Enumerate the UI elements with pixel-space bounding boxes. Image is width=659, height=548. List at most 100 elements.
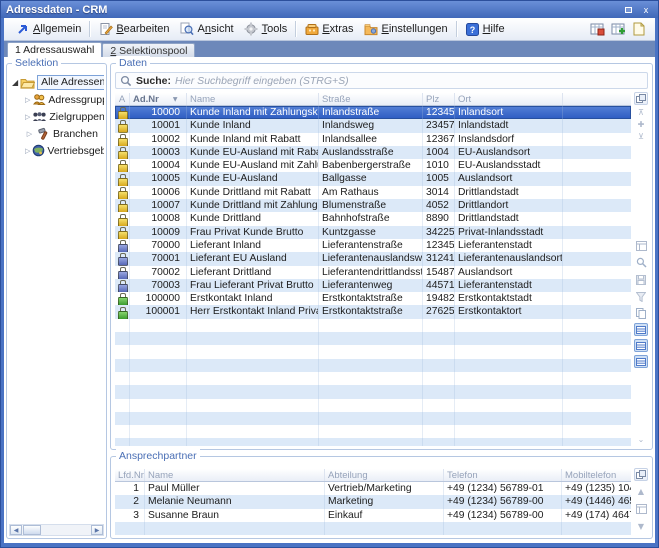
menu-allgemein[interactable]: Allgemein bbox=[10, 20, 86, 39]
address-row[interactable]: 70002Lieferant DrittlandLieferantendritt… bbox=[115, 266, 631, 279]
contact-row-empty[interactable] bbox=[115, 522, 631, 535]
cell-nr: 1 bbox=[115, 482, 145, 495]
cell-nr: 10006 bbox=[130, 186, 187, 199]
address-row-empty[interactable] bbox=[115, 399, 631, 412]
menu-bearbeiten[interactable]: Bearbeiten bbox=[93, 20, 174, 39]
menu-extras[interactable]: Extras bbox=[299, 20, 358, 39]
zoom-button[interactable] bbox=[634, 256, 648, 269]
go-bottom-button[interactable]: ⌄ bbox=[634, 433, 648, 446]
contact-down-button[interactable]: ▼ bbox=[634, 520, 648, 533]
address-row-empty[interactable] bbox=[115, 438, 631, 446]
tree-node-label[interactable]: Vertriebsgebiete bbox=[47, 145, 104, 157]
col-header-mobiltelefon[interactable]: Mobiltelefon bbox=[562, 469, 631, 481]
new-document-button[interactable] bbox=[631, 22, 647, 37]
col-header-ort[interactable]: Ort bbox=[455, 93, 563, 105]
col-header-plz[interactable]: Plz bbox=[423, 93, 455, 105]
scroll-left-icon[interactable]: ◀ bbox=[10, 525, 22, 535]
table-export-button[interactable] bbox=[589, 22, 605, 37]
cell-mobil: +49 (1446) 46576774 bbox=[562, 495, 631, 508]
address-row[interactable]: 70003Frau Lieferant Privat BruttoLiefera… bbox=[115, 279, 631, 292]
tree-node-label[interactable]: Alle Adressen bbox=[37, 75, 104, 90]
column-chooser-button[interactable] bbox=[634, 92, 648, 105]
list-view-button-1[interactable] bbox=[634, 323, 648, 336]
list-view-button-3[interactable] bbox=[634, 355, 648, 368]
selection-tree: ◢ Alle Adressen ▷ Adressgruppen ▷ Zielgr… bbox=[9, 74, 104, 522]
address-row[interactable]: 10007Kunde Drittland mit Zahlungskonditi… bbox=[115, 199, 631, 212]
address-row[interactable]: 10005Kunde EU-AuslandBallgasse1005Auslan… bbox=[115, 172, 631, 185]
menu-hilfe[interactable]: ? Hilfe bbox=[460, 20, 510, 39]
address-row-empty[interactable] bbox=[115, 412, 631, 425]
menu-tools[interactable]: Tools bbox=[239, 20, 293, 39]
tree-node-adressgruppen[interactable]: ▷ Adressgruppen bbox=[9, 91, 104, 108]
address-row[interactable]: 10003Kunde EU-Ausland mit RabattAuslands… bbox=[115, 146, 631, 159]
contact-up-button[interactable]: ▲ bbox=[634, 485, 648, 498]
tree-node-alle-adressen[interactable]: ◢ Alle Adressen bbox=[9, 74, 104, 91]
address-row[interactable]: 10001Kunde InlandInlandsweg23457Inlandst… bbox=[115, 119, 631, 132]
address-row[interactable]: 10009Frau Privat Kunde BruttoKuntzgasse3… bbox=[115, 226, 631, 239]
col-header-telefon[interactable]: Telefon bbox=[444, 469, 562, 481]
save-button[interactable] bbox=[634, 273, 648, 286]
tree-node-vertriebsgebiete[interactable]: ▷ Vertriebsgebiete bbox=[9, 142, 104, 159]
address-row[interactable]: 10008Kunde DrittlandBahnhofstraße8890Dri… bbox=[115, 212, 631, 225]
cell-name bbox=[187, 332, 319, 345]
cell-plz: 3014 bbox=[423, 186, 455, 199]
expander-collapsed-icon[interactable]: ▷ bbox=[25, 96, 30, 104]
address-row[interactable]: 10004Kunde EU-Ausland mit Zahlungskondti… bbox=[115, 159, 631, 172]
address-row-empty[interactable] bbox=[115, 319, 631, 332]
col-header-abteilung[interactable]: Abteilung bbox=[325, 469, 444, 481]
tree-horizontal-scrollbar[interactable]: ◀ ▶ bbox=[9, 524, 104, 536]
address-row-empty[interactable] bbox=[115, 332, 631, 345]
filter-button[interactable] bbox=[634, 290, 648, 303]
contact-card-button[interactable] bbox=[634, 502, 648, 515]
scrollbar-thumb[interactable] bbox=[23, 525, 41, 535]
restore-button[interactable] bbox=[621, 4, 635, 16]
address-row[interactable]: 100001Herr Erstkontakt Inland PrivatErst… bbox=[115, 305, 631, 318]
col-header-adnr[interactable]: Ad.Nr▼ bbox=[130, 93, 187, 105]
address-row-empty[interactable] bbox=[115, 425, 631, 438]
address-row[interactable]: 70001Lieferant EU AuslandLieferantenausl… bbox=[115, 252, 631, 265]
contact-row[interactable]: 2Melanie NeumannMarketing+49 (1234) 5678… bbox=[115, 495, 631, 508]
tree-node-label[interactable]: Adressgruppen bbox=[48, 94, 104, 106]
address-row[interactable]: 10006Kunde Drittland mit RabattAm Rathau… bbox=[115, 186, 631, 199]
contact-row[interactable]: 1Paul MüllerVertrieb/Marketing+49 (1234)… bbox=[115, 482, 631, 495]
address-row[interactable]: 70000Lieferant InlandLieferantenstraße12… bbox=[115, 239, 631, 252]
menu-einstellungen[interactable]: Einstellungen bbox=[359, 20, 453, 39]
col-header-lfdnr[interactable]: Lfd.Nr. bbox=[115, 469, 145, 481]
tree-node-branchen[interactable]: ▷ Branchen bbox=[9, 125, 104, 142]
col-header-a[interactable]: A bbox=[115, 93, 130, 105]
col-header-name[interactable]: Name bbox=[187, 93, 319, 105]
scroll-right-icon[interactable]: ▶ bbox=[91, 525, 103, 535]
copy-button[interactable] bbox=[634, 307, 648, 320]
tree-node-label[interactable]: Branchen bbox=[53, 128, 98, 140]
expander-collapsed-icon[interactable]: ▷ bbox=[25, 113, 30, 121]
list-view-button-2[interactable] bbox=[634, 339, 648, 352]
contacts-column-chooser-button[interactable] bbox=[634, 468, 648, 481]
address-row-empty[interactable] bbox=[115, 345, 631, 358]
tab-selektionspool[interactable]: 2 Selektionspool bbox=[102, 43, 195, 57]
menu-ansicht[interactable]: Ansicht bbox=[175, 20, 239, 39]
address-row[interactable]: 100000Erstkontakt InlandErstkontaktstraß… bbox=[115, 292, 631, 305]
expander-open-icon[interactable]: ◢ bbox=[12, 78, 18, 87]
expander-collapsed-icon[interactable]: ▷ bbox=[25, 147, 30, 155]
restore-icon bbox=[625, 7, 632, 13]
search-bar[interactable]: Suche: Hier Suchbegriff eingeben (STRG+S… bbox=[115, 72, 648, 89]
close-button[interactable]: x bbox=[639, 4, 653, 16]
contact-row[interactable]: 3Susanne BraunEinkauf+49 (1234) 56789-00… bbox=[115, 509, 631, 522]
green-lock-icon bbox=[118, 293, 126, 304]
col-header-contact-name[interactable]: Name bbox=[145, 469, 325, 481]
address-row-empty[interactable] bbox=[115, 385, 631, 398]
address-row-empty[interactable] bbox=[115, 372, 631, 385]
tab-adressauswahl[interactable]: 1 Adressauswahl bbox=[7, 42, 102, 57]
tree-node-zielgruppen[interactable]: ▷ Zielgruppen bbox=[9, 108, 104, 125]
scroll-last-button[interactable]: ⊻ bbox=[634, 130, 648, 143]
address-row-empty[interactable] bbox=[115, 359, 631, 372]
column-chooser-icon bbox=[636, 94, 646, 104]
card-view-button[interactable] bbox=[634, 239, 648, 252]
tree-node-label[interactable]: Zielgruppen bbox=[49, 111, 104, 123]
col-header-strasse[interactable]: Straße bbox=[319, 93, 423, 105]
selektion-caption: Selektion bbox=[12, 56, 61, 70]
expander-collapsed-icon[interactable]: ▷ bbox=[25, 130, 34, 138]
address-row[interactable]: 10002Kunde Inland mit RabattInlandsallee… bbox=[115, 133, 631, 146]
address-row[interactable]: 10000Kunde Inland mit Zahlungskondition … bbox=[115, 106, 631, 119]
table-add-button[interactable] bbox=[610, 22, 626, 37]
